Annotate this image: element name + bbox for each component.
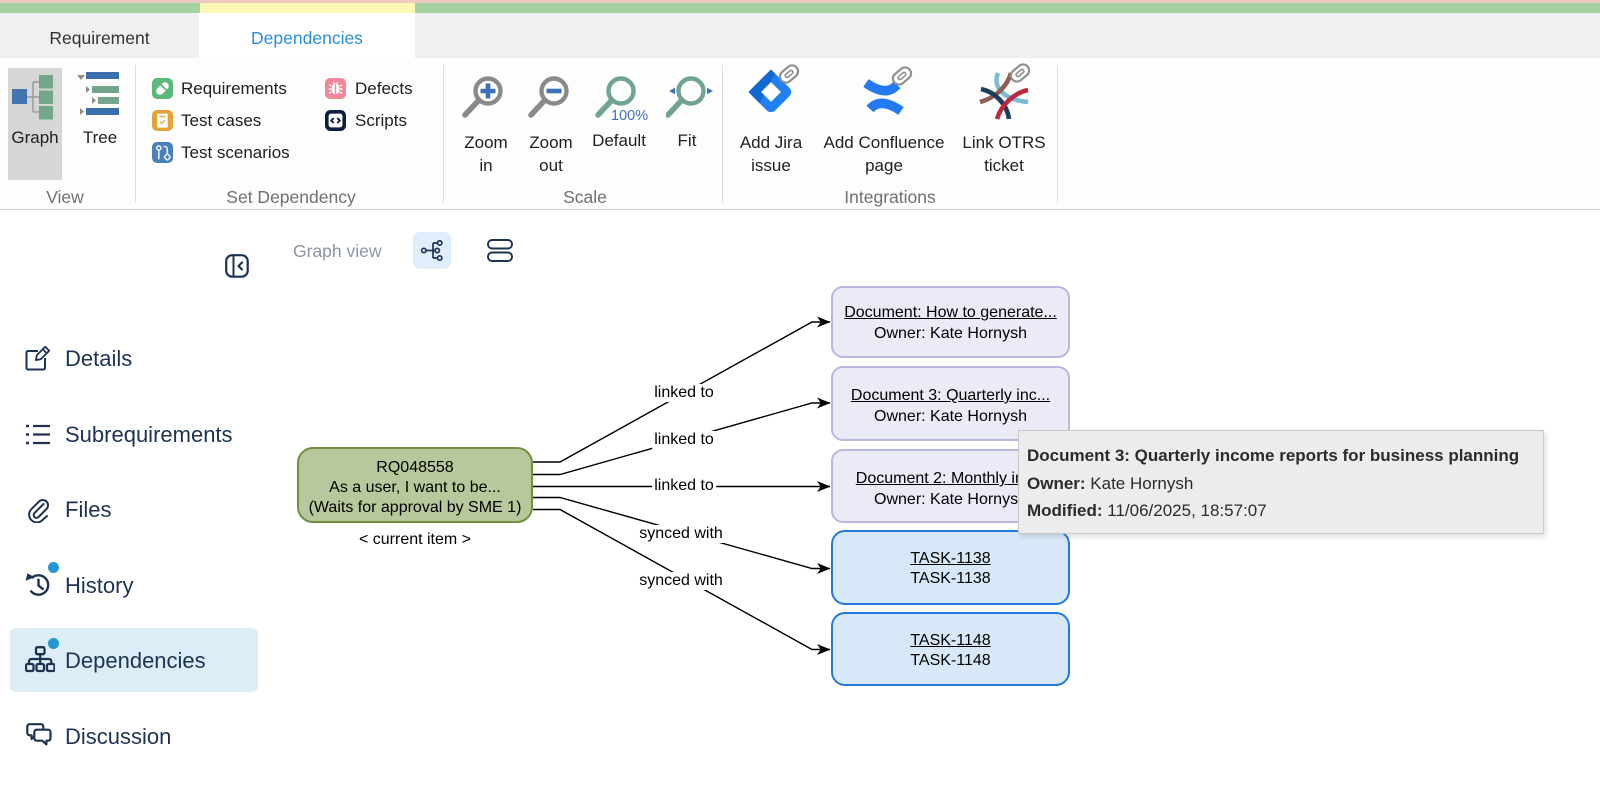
svg-text:100%: 100%	[611, 108, 648, 124]
